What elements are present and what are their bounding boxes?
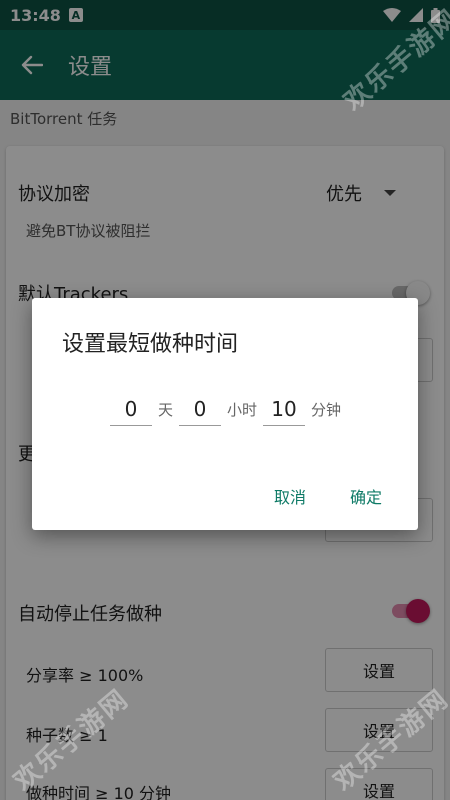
days-unit: 天	[158, 401, 174, 419]
cancel-button[interactable]: 取消	[274, 484, 306, 508]
dialog-title: 设置最短做种时间	[62, 332, 239, 357]
minutes-input[interactable]: 10	[263, 394, 306, 426]
ok-button[interactable]: 确定	[350, 484, 382, 508]
hours-unit: 小时	[227, 401, 258, 419]
minutes-unit: 分钟	[311, 401, 342, 419]
min-seed-time-dialog: 设置最短做种时间 0 天 0 小时 10 分钟 取消 确定	[32, 298, 418, 530]
dialog-actions: 取消 确定	[274, 484, 382, 508]
hours-input[interactable]: 0	[179, 394, 222, 426]
time-input-row: 0 天 0 小时 10 分钟	[110, 394, 347, 426]
days-input[interactable]: 0	[110, 394, 152, 426]
